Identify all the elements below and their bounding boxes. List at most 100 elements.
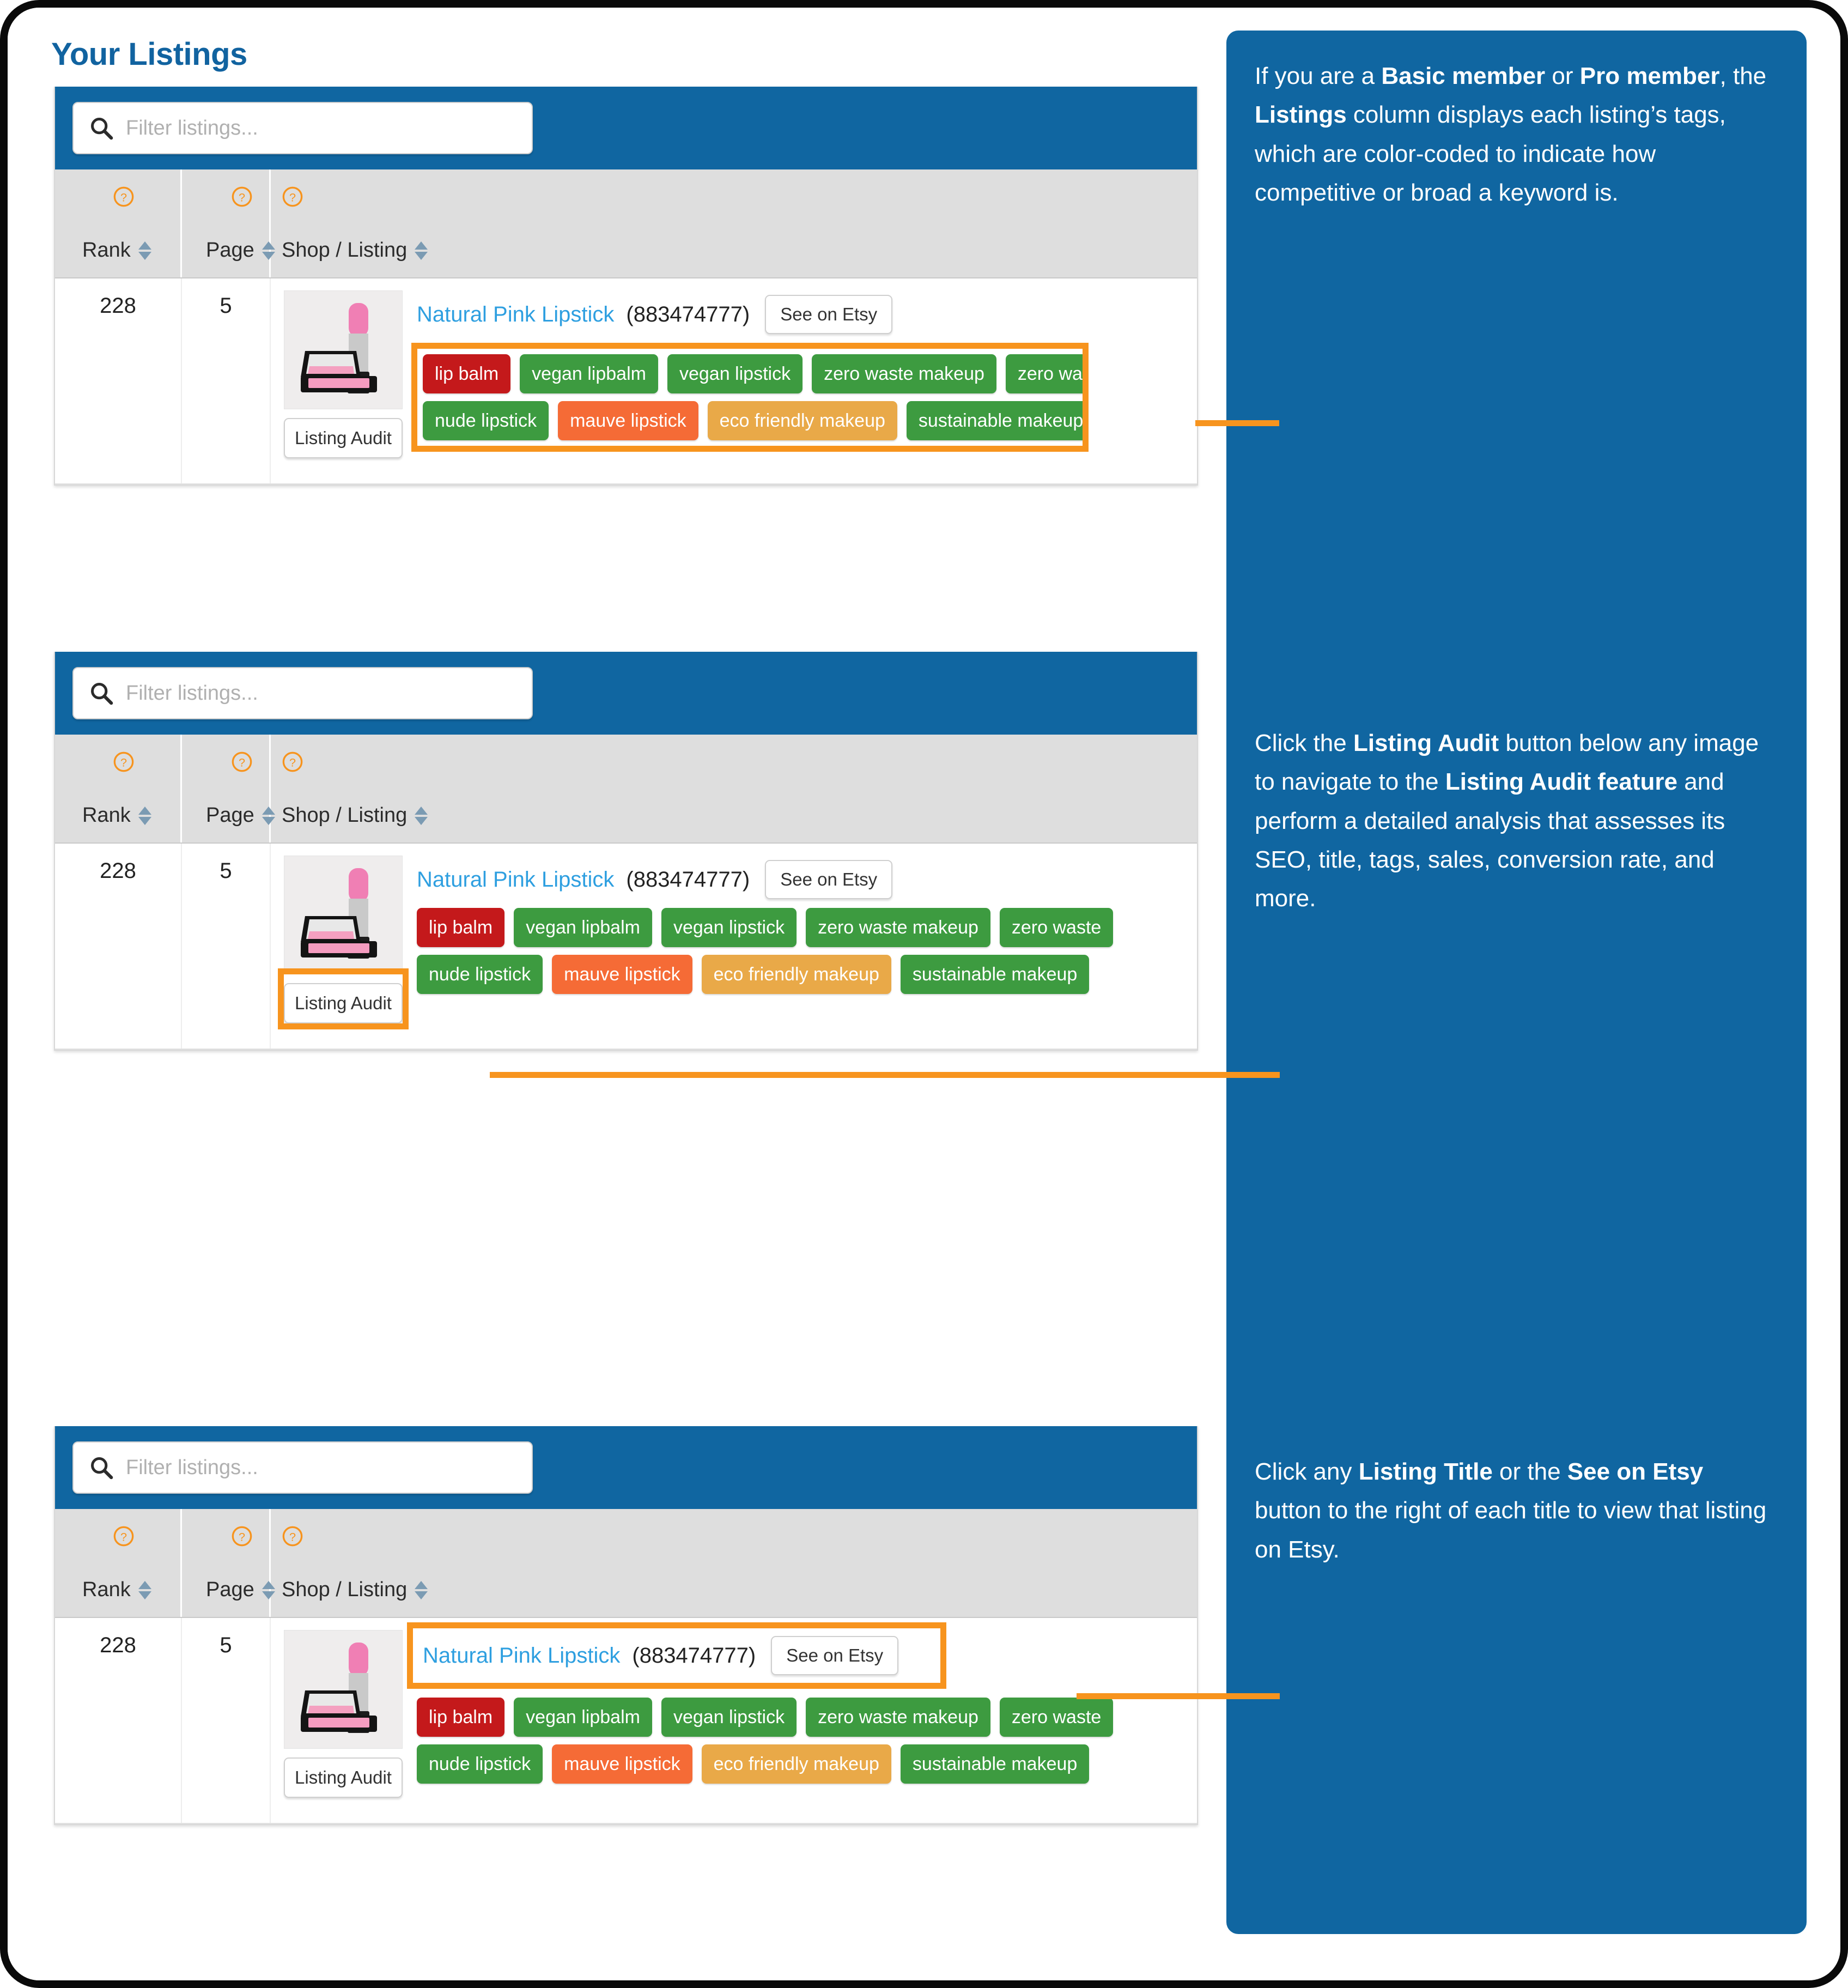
listing-tag[interactable]: eco friendly makeup [707,401,897,440]
listing-tag[interactable]: sustainable makeup [900,1744,1090,1784]
svg-text:?: ? [120,755,127,769]
listing-audit-button[interactable]: Listing Audit [284,983,403,1023]
listing-tag[interactable]: lip balm [423,354,511,393]
listing-tag[interactable]: zero waste [999,1698,1114,1737]
tag-row-1: lip balm vegan lipbalm vegan lipstick zero … [417,1698,1197,1737]
see-on-etsy-button[interactable]: See on Etsy [765,295,893,334]
listing-audit-wrap: Listing Audit [284,409,403,458]
column-page[interactable]: ? Page [182,735,275,843]
column-shop-listing[interactable]: ? Shop / Listing [271,1509,1197,1617]
tag-row-2: nude lipstick mauve lipstick eco friendly … [417,955,1197,994]
listing-tag[interactable]: zero waste makeup [806,908,990,947]
help-icon[interactable]: ? [113,1525,135,1547]
listing-tag[interactable]: eco friendly makeup [701,955,891,994]
column-rank[interactable]: ? Rank [55,735,182,843]
listing-tag[interactable]: mauve lipstick [552,1744,692,1784]
column-page[interactable]: ? Page [182,1509,275,1617]
see-on-etsy-button[interactable]: See on Etsy [765,860,893,899]
help-icon[interactable]: ? [282,186,303,208]
help-icon[interactable]: ? [231,751,253,773]
listing-tag[interactable]: vegan lipstick [667,354,803,393]
filter-listings-search[interactable]: Filter listings... [72,1441,533,1494]
listing-tag[interactable]: lip balm [417,908,505,947]
listing-tag[interactable]: nude lipstick [423,401,549,440]
column-shop-listing[interactable]: ? Shop / Listing [271,169,1197,277]
listing-id: (883474777) [626,302,750,326]
listings-panel-3: Filter listings... ? Rank ? Page ? Shop … [54,1426,1198,1825]
cell-shop-listing: Listing Audit Natural Pink Lipstick (883… [271,278,1197,483]
listing-tag[interactable]: mauve lipstick [552,955,692,994]
listing-audit-button[interactable]: Listing Audit [284,1757,403,1798]
page-text: Page [206,1578,254,1601]
listing-thumbnail[interactable] [284,1630,403,1749]
table-header: ? Rank ? Page ? Shop / Listing [55,1509,1197,1618]
sort-arrows-icon[interactable] [138,1580,151,1599]
listing-tag[interactable]: zero waste makeup [812,354,996,393]
listing-info: Natural Pink Lipstick (883474777) See on… [407,1622,1197,1811]
listing-title-link[interactable]: Natural Pink Lipstick [423,1644,620,1668]
listing-title-link[interactable]: Natural Pink Lipstick [417,302,614,327]
listing-tag[interactable]: nude lipstick [417,955,543,994]
cell-page: 5 [182,278,271,483]
listing-tag[interactable]: lip balm [417,1698,505,1737]
listing-thumbnail[interactable] [284,856,403,974]
help-icon[interactable]: ? [231,186,253,208]
table-header: ? Rank ? Page ? Shop / Listing [55,169,1197,278]
callout-connector-3 [1077,1693,1280,1699]
cell-shop-listing: Listing Audit Natural Pink Lipstick (883… [271,1618,1197,1823]
sort-arrows-icon[interactable] [138,806,151,825]
listing-tags: lip balm vegan lipbalm vegan lipstick zero … [411,343,1089,452]
listing-tag[interactable]: zero waste [999,908,1114,947]
help-icon[interactable]: ? [231,1525,253,1547]
listing-tag[interactable]: vegan lipstick [661,1698,797,1737]
listing-tag[interactable]: vegan lipbalm [514,908,652,947]
panel-header: Filter listings... [55,87,1197,169]
svg-text:?: ? [289,190,296,204]
svg-text:?: ? [120,190,127,204]
listing-audit-wrap: Listing Audit [284,1749,403,1798]
table-header: ? Rank ? Page ? Shop / Listing [55,735,1197,844]
column-shop-label: Shop / Listing [282,804,428,827]
app-window: Your Listings Filter listings... ? Rank … [8,8,1840,1980]
cell-page: 5 [182,1618,271,1823]
sort-arrows-icon[interactable] [138,241,151,260]
tag-row-1: lip balm vegan lipbalm vegan lipstick zero … [417,908,1197,947]
tag-row-1: lip balm vegan lipbalm vegan lipstick zero … [423,354,1083,393]
sort-arrows-icon[interactable] [415,241,428,260]
listing-tag[interactable]: sustainable makeup [900,955,1090,994]
listing-tag[interactable]: sustainable makeup [906,401,1083,440]
sort-arrows-icon[interactable] [415,806,428,825]
listing-audit-button[interactable]: Listing Audit [284,418,403,458]
listing-tag[interactable]: zero waste [1005,354,1083,393]
listing-tag[interactable]: zero waste makeup [806,1698,990,1737]
listing-title-row: Natural Pink Lipstick (883474777) See on… [417,856,1197,899]
listing-tag[interactable]: vegan lipstick [661,908,797,947]
column-page[interactable]: ? Page [182,169,275,277]
help-icon[interactable]: ? [113,186,135,208]
filter-listings-search[interactable]: Filter listings... [72,667,533,719]
listing-thumbnail[interactable] [284,290,403,409]
search-placeholder: Filter listings... [126,116,258,140]
cell-rank: 228 [55,1618,182,1823]
column-page-label: Page [206,1578,275,1602]
filter-listings-search[interactable]: Filter listings... [72,102,533,154]
thumbnail-block: Listing Audit [284,1630,403,1811]
help-icon[interactable]: ? [282,1525,303,1547]
help-icon[interactable]: ? [113,751,135,773]
listing-tag[interactable]: mauve lipstick [558,401,698,440]
listing-tag[interactable]: vegan lipbalm [514,1698,652,1737]
column-rank-label: Rank [82,804,151,827]
listing-title-link[interactable]: Natural Pink Lipstick [417,868,614,892]
column-rank[interactable]: ? Rank [55,169,182,277]
listing-audit-wrap: Listing Audit [278,968,409,1029]
sort-arrows-icon[interactable] [415,1580,428,1599]
listing-tag[interactable]: eco friendly makeup [701,1744,891,1784]
see-on-etsy-button[interactable]: See on Etsy [771,1636,899,1675]
column-rank[interactable]: ? Rank [55,1509,182,1617]
column-shop-listing[interactable]: ? Shop / Listing [271,735,1197,843]
help-icon[interactable]: ? [282,751,303,773]
listing-info: Natural Pink Lipstick (883474777) See on… [411,290,1197,471]
listing-tag[interactable]: nude lipstick [417,1744,543,1784]
page-text: Page [206,804,254,827]
listing-tag[interactable]: vegan lipbalm [520,354,658,393]
